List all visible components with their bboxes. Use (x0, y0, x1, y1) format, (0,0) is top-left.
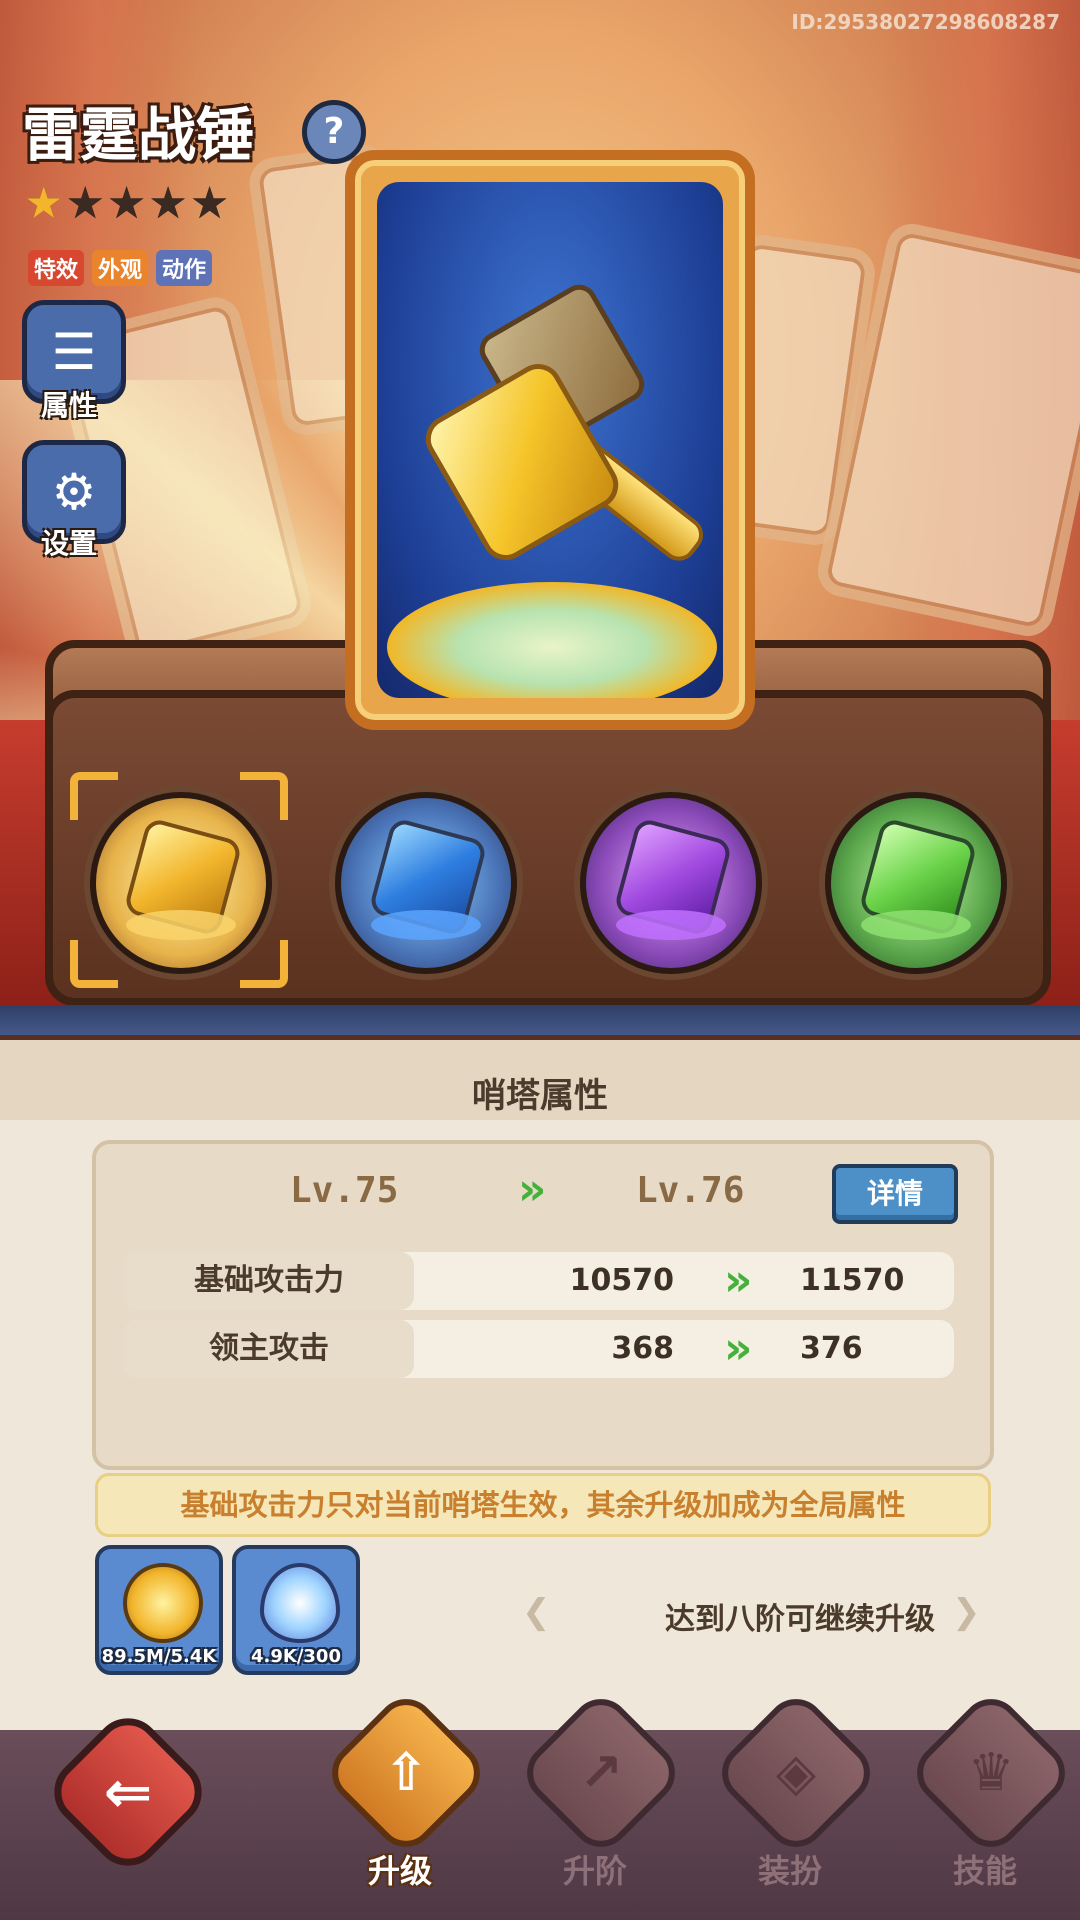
slot-blue-cube[interactable] (335, 792, 517, 974)
selection-corner (70, 772, 118, 820)
crystal-icon (260, 1563, 340, 1643)
tab-skill-label: 技能 (952, 1852, 1017, 1890)
outfit-icon: ◈ (776, 1743, 816, 1803)
panel-title: 哨塔属性 (472, 1076, 608, 1116)
coin-icon (123, 1563, 203, 1643)
slot-base (861, 910, 971, 940)
slot-green-cube[interactable] (825, 792, 1007, 974)
stat-row: 领主攻击 368 » 376 (124, 1320, 954, 1378)
question-icon: ? (323, 111, 345, 152)
slot-base (371, 910, 481, 940)
star-icon: ★ (24, 178, 64, 229)
selection-corner (70, 940, 118, 988)
double-arrow-icon: » (724, 1255, 753, 1306)
selection-corner (240, 940, 288, 988)
settings-label: 设置 (40, 527, 97, 560)
selection-corner (240, 772, 288, 820)
skin-slot-row (70, 772, 1030, 988)
tab-outfit-label: 装扮 (757, 1852, 822, 1890)
attributes-label: 属性 (40, 389, 97, 422)
left-ornament-icon: ❮ (522, 1592, 551, 1632)
next-level: Lv.76 (636, 1170, 745, 1211)
current-level: Lv.75 (290, 1170, 399, 1211)
skill-icon: ♛ (967, 1743, 1015, 1803)
player-id: ID:29538027298608287 (791, 10, 1060, 34)
help-button[interactable]: ? (302, 100, 366, 164)
showcase-scene: ID:29538027298608287 雷霆战锤 ? ★ ★ ★ ★ ★ 特效… (0, 0, 1080, 1010)
stat-row: 基础攻击力 10570 » 11570 (124, 1252, 954, 1310)
stat-current: 10570 (569, 1263, 674, 1298)
slot-base (126, 910, 236, 940)
stat-current: 368 (611, 1331, 674, 1366)
stat-label: 领主攻击 (124, 1320, 414, 1378)
tag-effect: 特效 (28, 250, 85, 286)
tab-upgrade-label: 升级 (367, 1852, 432, 1890)
section-divider (0, 1005, 1080, 1035)
star-icon: ★ (148, 178, 188, 229)
double-arrow-icon: » (724, 1323, 753, 1374)
tab-rank-up-label: 升阶 (562, 1852, 627, 1890)
stat-next: 376 (800, 1331, 863, 1366)
star-icon: ★ (65, 178, 105, 229)
back-arrow-icon: ⇐ (103, 1758, 153, 1826)
coin-count: 89.5M/5.4K (101, 1646, 217, 1667)
tag-appearance: 外观 (92, 250, 149, 286)
weapon-card-art (377, 182, 723, 698)
glow-platform (387, 582, 717, 698)
right-ornament-icon: ❯ (952, 1592, 981, 1632)
coin-resource[interactable]: 89.5M/5.4K (95, 1545, 223, 1675)
star-icon: ★ (106, 178, 147, 229)
upgrade-icon: ⇧ (384, 1743, 428, 1803)
star-rating: ★ ★ ★ ★ ★ (24, 182, 229, 226)
slot-base (616, 910, 726, 940)
stat-next: 11570 (800, 1263, 905, 1298)
rank-up-icon: ↗ (579, 1743, 623, 1803)
detail-button[interactable]: 详情 (832, 1164, 958, 1224)
slot-purple-cube[interactable] (580, 792, 762, 974)
double-arrow-icon: » (518, 1164, 547, 1215)
tag-action: 动作 (156, 250, 213, 286)
crystal-resource[interactable]: 4.9K/300 (232, 1545, 360, 1675)
crystal-count: 4.9K/300 (251, 1646, 341, 1667)
weapon-title: 雷霆战锤 (22, 101, 255, 169)
feature-tags: 特效 外观 动作 (28, 250, 213, 286)
info-note: 基础攻击力只对当前哨塔生效，其余升级加成为全局属性 (95, 1473, 991, 1537)
stat-label: 基础攻击力 (124, 1252, 414, 1310)
star-icon: ★ (189, 178, 230, 229)
weapon-card (345, 150, 755, 730)
